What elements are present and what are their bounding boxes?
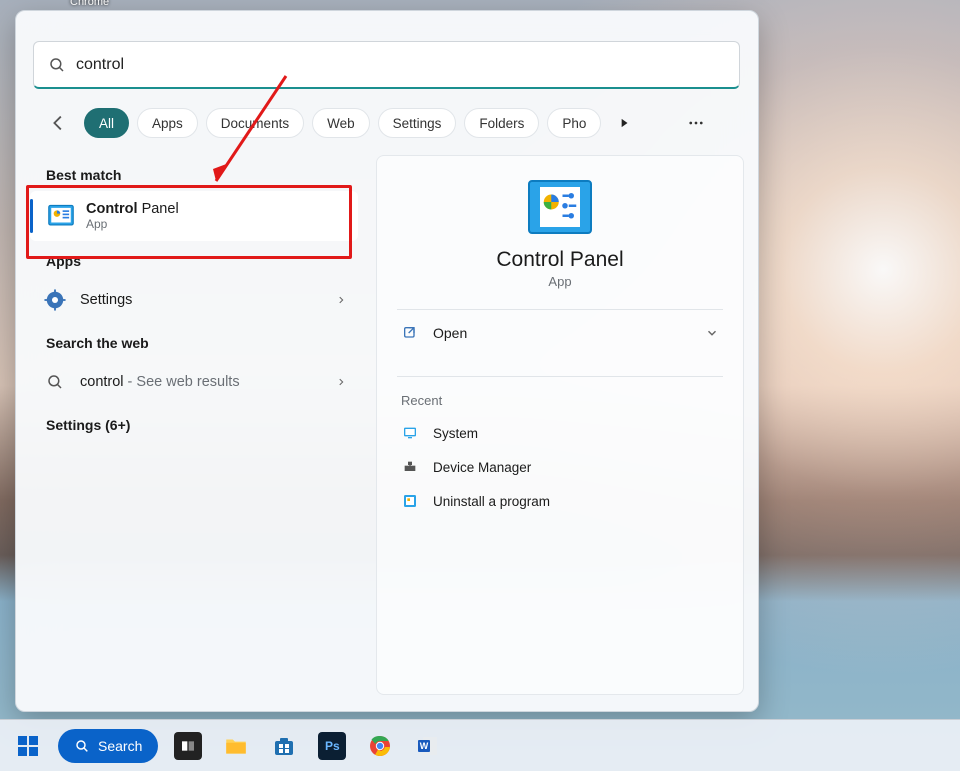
- chevron-right-icon: [336, 292, 346, 308]
- open-external-icon: [401, 324, 419, 342]
- folder-icon: [222, 732, 250, 760]
- recent-device-manager[interactable]: Device Manager: [397, 450, 723, 484]
- result-settings[interactable]: Settings: [24, 277, 364, 323]
- tab-label: Settings: [393, 116, 442, 131]
- preview-title: Control Panel: [397, 248, 723, 272]
- recent-heading: Recent: [397, 377, 723, 416]
- svg-text:W: W: [420, 741, 429, 751]
- device-manager-icon: [401, 458, 419, 476]
- taskbar-word[interactable]: W: [410, 728, 446, 764]
- taskbar-chrome[interactable]: [362, 728, 398, 764]
- search-icon: [48, 56, 66, 74]
- web-suffix: - See web results: [124, 374, 240, 390]
- taskbar-search-button[interactable]: Search: [58, 729, 158, 763]
- taskbar-search-label: Search: [98, 738, 142, 754]
- photoshop-icon: Ps: [318, 732, 346, 760]
- start-search-panel: All Apps Documents Web Settings Folders …: [15, 10, 759, 712]
- system-icon: [401, 424, 419, 442]
- selection-indicator: [30, 199, 33, 233]
- section-apps: Apps: [24, 241, 364, 277]
- recent-label: System: [433, 426, 478, 441]
- taskbar-photoshop[interactable]: Ps: [314, 728, 350, 764]
- search-input[interactable]: [76, 56, 725, 74]
- desktop-icon-chrome-label: Chrome: [70, 0, 109, 8]
- action-open-label: Open: [433, 325, 467, 341]
- recent-system[interactable]: System: [397, 416, 723, 450]
- control-panel-icon: [48, 203, 74, 229]
- tab-label: Folders: [479, 116, 524, 131]
- result-text: Control Panel App: [86, 201, 340, 231]
- chrome-icon: [366, 732, 394, 760]
- tab-all[interactable]: All: [84, 108, 129, 138]
- chevron-right-icon: [336, 374, 346, 390]
- result-title: Settings: [80, 292, 324, 308]
- taskbar-microsoft-store[interactable]: [266, 728, 302, 764]
- result-subtitle: App: [86, 217, 340, 231]
- taskbar: Search Ps W: [0, 719, 960, 771]
- chevron-down-icon[interactable]: [705, 326, 719, 340]
- tab-label: Apps: [152, 116, 183, 131]
- more-icon: [687, 114, 705, 132]
- tab-settings[interactable]: Settings: [378, 108, 457, 138]
- triangle-right-icon: [617, 116, 631, 130]
- task-view-button[interactable]: [170, 728, 206, 764]
- search-tabs: All Apps Documents Web Settings Folders …: [48, 105, 734, 141]
- result-control-panel[interactable]: Control Panel App: [30, 191, 358, 241]
- recent-uninstall-program[interactable]: Uninstall a program: [397, 484, 723, 518]
- tab-apps[interactable]: Apps: [137, 108, 198, 138]
- recent-label: Device Manager: [433, 460, 531, 475]
- section-settings-count[interactable]: Settings (6+): [24, 405, 364, 441]
- tab-documents[interactable]: Documents: [206, 108, 304, 138]
- web-query: control: [80, 374, 124, 390]
- section-search-web: Search the web: [24, 323, 364, 359]
- result-title-bold: Control: [86, 201, 138, 217]
- tab-photos-truncated[interactable]: Pho: [547, 108, 601, 138]
- settings-gear-icon: [42, 287, 68, 313]
- result-web-control[interactable]: control - See web results: [24, 359, 364, 405]
- results-left-column: Best match Control Panel App Apps Settin…: [24, 155, 364, 441]
- preview-subtitle: App: [397, 274, 723, 289]
- action-open[interactable]: Open: [397, 310, 723, 356]
- tab-label: Web: [327, 116, 355, 131]
- store-icon: [270, 732, 298, 760]
- programs-icon: [401, 492, 419, 510]
- search-options-button[interactable]: [684, 111, 708, 135]
- tab-web[interactable]: Web: [312, 108, 370, 138]
- word-icon: W: [414, 732, 442, 760]
- result-title-rest: Panel: [138, 201, 179, 217]
- tab-label: Documents: [221, 116, 289, 131]
- start-button[interactable]: [10, 728, 46, 764]
- back-icon[interactable]: [48, 112, 70, 134]
- result-preview-pane: Control Panel App Open Recent System Dev…: [376, 155, 744, 695]
- windows-logo-icon: [16, 734, 40, 758]
- task-view-icon: [174, 732, 202, 760]
- tabs-scroll-right[interactable]: [613, 112, 635, 134]
- recent-label: Uninstall a program: [433, 494, 550, 509]
- preview-header: Control Panel App: [397, 180, 723, 289]
- section-best-match: Best match: [24, 155, 364, 191]
- search-icon: [42, 369, 68, 395]
- desktop: Chrome All Apps Documents Web Settings F…: [0, 0, 960, 771]
- tab-label: All: [99, 116, 114, 131]
- search-icon: [74, 738, 90, 754]
- tab-folders[interactable]: Folders: [464, 108, 539, 138]
- taskbar-file-explorer[interactable]: [218, 728, 254, 764]
- control-panel-large-icon: [528, 180, 592, 234]
- search-box[interactable]: [33, 41, 740, 89]
- tab-label: Pho: [562, 116, 586, 131]
